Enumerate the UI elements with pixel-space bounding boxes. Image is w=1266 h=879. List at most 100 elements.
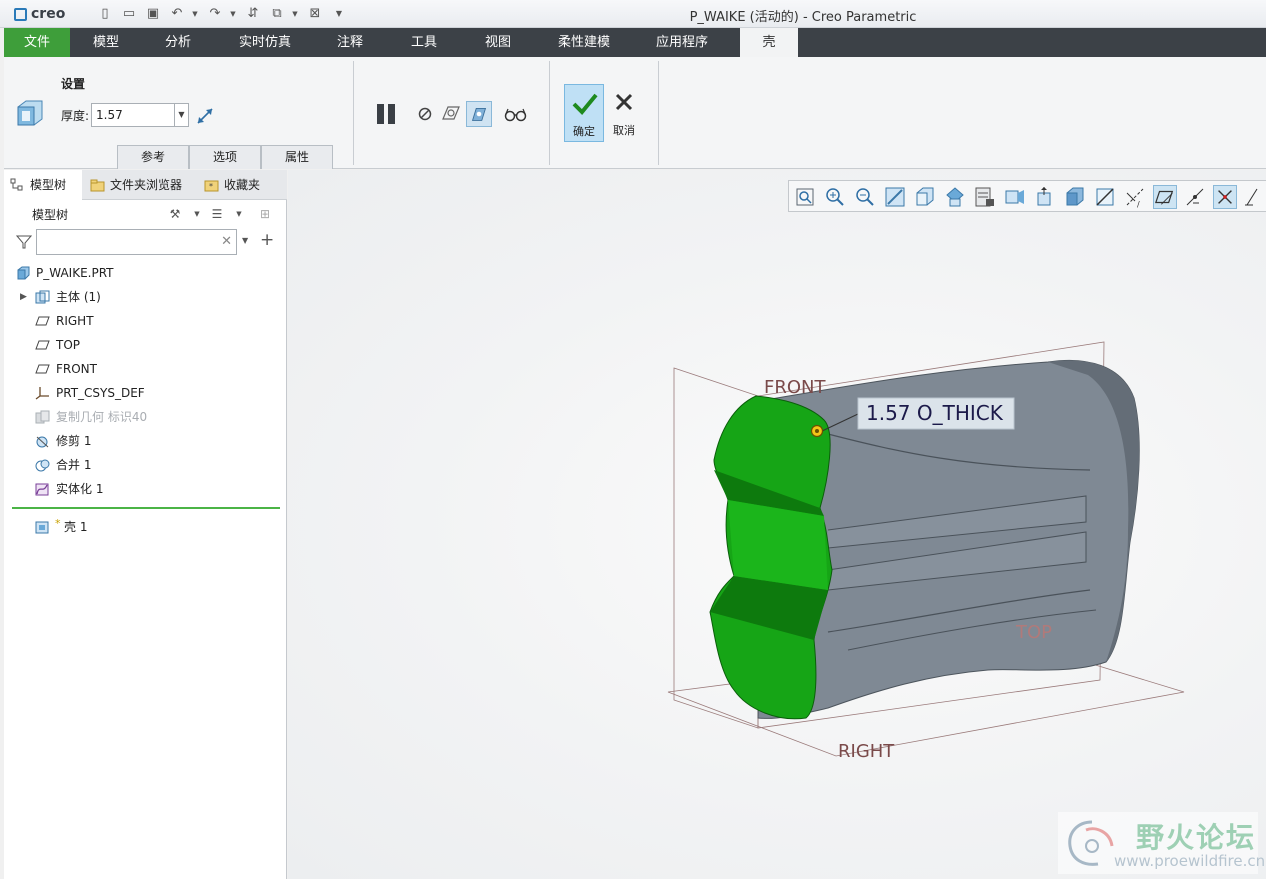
tree-settings-dropdown-icon[interactable]: ▼ (186, 204, 208, 224)
insert-indicator[interactable] (12, 507, 280, 509)
new-feature-marker: * (55, 517, 61, 530)
tree-item-front[interactable]: FRONT (4, 358, 284, 380)
tree-search-input[interactable]: ✕ (36, 229, 237, 255)
graphics-window[interactable]: / 1.57 O_THICK FRONT TOP RIGHT 野火论坛 www.… (288, 170, 1266, 879)
tab-folder-browser[interactable]: 文件夹浏览器 (84, 170, 196, 200)
expand-arrow-icon[interactable]: ▶ (20, 286, 27, 308)
thickness-dropdown-icon[interactable]: ▼ (174, 104, 188, 126)
thickness-value: 1.57 (96, 108, 123, 122)
tab-applications[interactable]: 应用程序 (642, 28, 722, 57)
shell-feature-icon (35, 521, 49, 534)
ok-button[interactable]: 确定 (564, 84, 604, 142)
cancel-button[interactable]: 取消 (608, 84, 640, 142)
navigator-panel: 模型树 文件夹浏览器 * 收藏夹 模型树 ⚒ ▼ ☰ ▼ ⊞ ✕ ▼ + P_W… (4, 170, 287, 879)
watermark-logo-icon (1068, 820, 1114, 866)
tab-options[interactable]: 选项 (189, 145, 261, 169)
drag-handle-center (815, 429, 819, 433)
forum-watermark: 野火论坛 www.proewildfire.cn (1058, 812, 1265, 874)
tab-file[interactable]: 文件 (4, 28, 70, 57)
glasses-icon[interactable] (502, 101, 528, 127)
window-title: P_WAIKE (活动的) - Creo Parametric (689, 10, 917, 25)
svg-text:*: * (209, 182, 213, 191)
tree-item-csys[interactable]: PRT_CSYS_DEF (4, 382, 284, 404)
tree-item-label: 壳 1 (64, 520, 88, 534)
tab-folder-browser-label: 文件夹浏览器 (110, 178, 183, 192)
tree-item-top[interactable]: TOP (4, 334, 284, 356)
checkmark-icon (572, 93, 598, 115)
title-bar: creo ▯ ▭ ▣ ↶ ▼ ↷ ▼ ⇵ ⧉ ▼ ⊠ ▼ P_WAIKE (活动… (0, 0, 1266, 28)
ribbon-separator (549, 61, 550, 165)
thickness-label: 厚度: (61, 109, 90, 123)
tree-item-label: 修剪 1 (56, 434, 92, 448)
tree-item-part[interactable]: P_WAIKE.PRT (4, 262, 284, 284)
tab-favorites[interactable]: * 收藏夹 (198, 170, 276, 200)
tree-item-label: 复制几何 标识40 (56, 410, 148, 424)
add-filter-icon[interactable]: + (260, 230, 274, 250)
trim-icon (36, 436, 49, 448)
tab-live-simulation[interactable]: 实时仿真 (224, 28, 306, 57)
model-tree-title: 模型树 (32, 208, 69, 222)
tree-item-label: RIGHT (56, 314, 94, 328)
datum-label-right[interactable]: RIGHT (838, 741, 895, 762)
tab-model-tree-label: 模型树 (30, 178, 67, 192)
tab-tools[interactable]: 工具 (396, 28, 452, 57)
tree-item-label: 合并 1 (56, 458, 92, 472)
tree-item-merge[interactable]: 合并 1 (4, 454, 284, 476)
tab-model-tree[interactable]: 模型树 (4, 170, 82, 200)
search-dropdown-icon[interactable]: ▼ (242, 236, 248, 245)
tab-references[interactable]: 参考 (117, 145, 189, 169)
shell-dashboard: 设置 厚度: 1.57 ▼ 参考 选项 属性 确定 取消 (4, 57, 1266, 169)
tree-item-label: 主体 (1) (56, 290, 101, 304)
tree-settings-icon[interactable]: ⚒ (164, 204, 186, 224)
dimension-callout[interactable]: 1.57 O_THICK (866, 401, 1004, 425)
datum-plane-icon (35, 364, 50, 374)
filter-icon[interactable] (16, 234, 32, 250)
tab-view[interactable]: 视图 (470, 28, 526, 57)
tree-item-shell[interactable]: * 壳 1 (4, 516, 284, 538)
shell-feature-icon (17, 100, 43, 126)
tree-item-right[interactable]: RIGHT (4, 310, 284, 332)
merge-icon (35, 459, 50, 472)
body-icon (35, 290, 50, 304)
datum-label-top[interactable]: TOP (1015, 622, 1052, 643)
watermark-title: 野火论坛 (1136, 821, 1257, 854)
settings-label: 设置 (61, 77, 86, 91)
tree-item-solidify[interactable]: 实体化 1 (4, 478, 284, 500)
datum-plane-icon (35, 316, 50, 326)
tree-item-body[interactable]: ▶ 主体 (1) (4, 286, 284, 308)
tab-analysis[interactable]: 分析 (146, 28, 210, 57)
datum-label-front[interactable]: FRONT (764, 377, 826, 398)
part-icon (17, 266, 30, 280)
tab-flexible-modeling[interactable]: 柔性建模 (544, 28, 624, 57)
datum-plane-icon (35, 340, 50, 350)
tree-item-copy-geometry[interactable]: 复制几何 标识40 (4, 406, 284, 428)
tab-annotate[interactable]: 注释 (322, 28, 378, 57)
tree-item-trim[interactable]: 修剪 1 (4, 430, 284, 452)
tree-item-label: P_WAIKE.PRT (36, 266, 114, 280)
tree-icon (10, 178, 23, 191)
csys-icon (35, 387, 49, 400)
flip-direction-icon[interactable] (194, 105, 216, 127)
verify-mode-icon[interactable] (466, 101, 492, 127)
pause-icon[interactable] (374, 101, 400, 127)
copy-geometry-icon (35, 410, 50, 424)
tab-properties[interactable]: 属性 (261, 145, 333, 169)
cancel-label: 取消 (613, 124, 635, 137)
folder-icon (90, 179, 105, 192)
no-preview-icon[interactable] (412, 101, 438, 127)
tree-item-label: TOP (56, 338, 81, 352)
favorites-icon: * (204, 180, 219, 192)
tree-columns-icon[interactable]: ☰ (206, 204, 228, 224)
ribbon-tab-bar: 文件 模型 分析 实时仿真 注释 工具 视图 柔性建模 应用程序 壳 (4, 28, 1266, 57)
tab-shell[interactable]: 壳 (740, 28, 798, 57)
ribbon-separator (658, 61, 659, 165)
model-view[interactable]: 1.57 O_THICK FRONT TOP RIGHT (288, 170, 1266, 879)
ribbon-separator (353, 61, 354, 165)
preview-icon[interactable] (438, 101, 464, 127)
clear-search-icon[interactable]: ✕ (221, 234, 232, 249)
tree-columns-dropdown-icon[interactable]: ▼ (228, 204, 250, 224)
tree-filter-icon[interactable]: ⊞ (254, 204, 276, 224)
tab-model[interactable]: 模型 (74, 28, 138, 57)
tree-item-label: FRONT (56, 362, 97, 376)
thickness-input[interactable]: 1.57 ▼ (91, 103, 189, 127)
